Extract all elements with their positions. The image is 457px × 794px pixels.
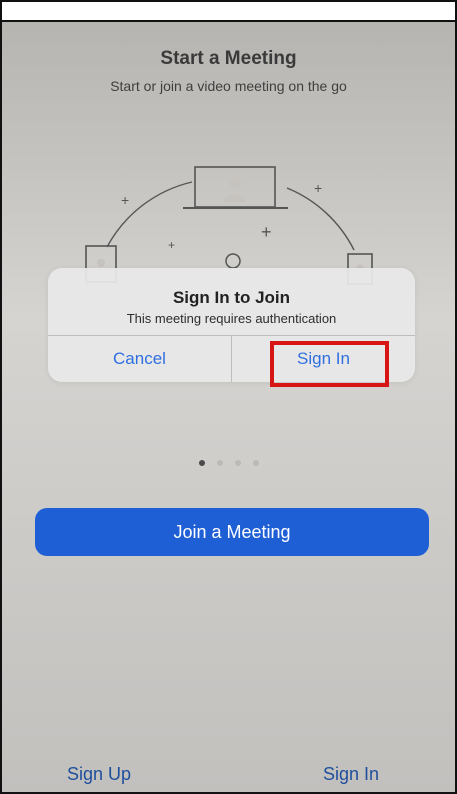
page-dot[interactable] bbox=[216, 460, 223, 466]
dialog-title: Sign In to Join bbox=[172, 288, 291, 307]
highlight-box bbox=[270, 341, 389, 387]
circle-icon bbox=[225, 253, 241, 269]
sign-in-link[interactable]: Sign In bbox=[323, 764, 379, 785]
plus-icon: + bbox=[168, 238, 175, 252]
cancel-button[interactable]: Cancel bbox=[48, 336, 231, 382]
page-dot[interactable] bbox=[198, 460, 205, 466]
page-dot[interactable] bbox=[234, 460, 241, 466]
arc-left bbox=[106, 181, 193, 248]
dialog-message: This meeting requires authentication bbox=[126, 311, 337, 326]
page-title: Start a Meeting bbox=[160, 48, 297, 69]
plus-icon: + bbox=[314, 180, 322, 196]
sign-up-link[interactable]: Sign Up bbox=[67, 764, 131, 785]
join-meeting-button[interactable]: Join a Meeting bbox=[35, 508, 429, 556]
page-subtitle: Start or join a video meeting on the go bbox=[110, 78, 347, 94]
page-dot[interactable] bbox=[252, 460, 259, 466]
onboarding-header: Start a Meeting Start or join a video me… bbox=[2, 48, 455, 94]
plus-icon: + bbox=[121, 192, 129, 208]
plus-icon: + bbox=[261, 222, 272, 242]
top-bar bbox=[2, 2, 455, 22]
arc-right bbox=[286, 187, 355, 251]
page-indicator bbox=[2, 453, 455, 471]
laptop-icon bbox=[183, 166, 288, 209]
